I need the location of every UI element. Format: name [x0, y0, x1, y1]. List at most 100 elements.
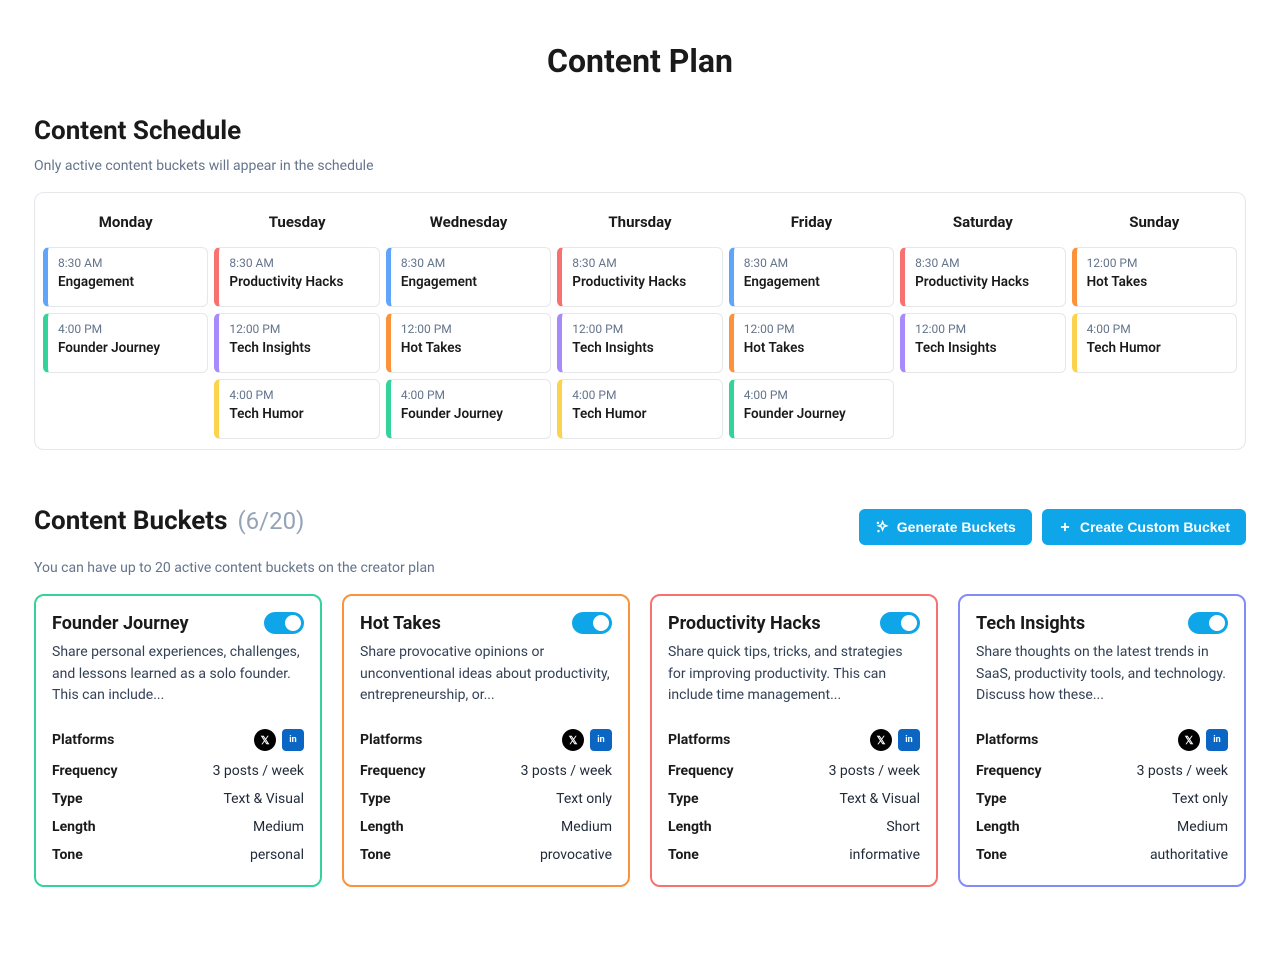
schedule-heading: Content Schedule: [34, 116, 1246, 146]
slot-label: Productivity Hacks: [572, 274, 711, 290]
create-bucket-button[interactable]: Create Custom Bucket: [1042, 509, 1246, 545]
slot-time: 4:00 PM: [58, 322, 197, 336]
bucket-meta-row: Frequency 3 posts / week: [976, 757, 1228, 785]
schedule-slot[interactable]: 12:00 PM Tech Insights: [214, 313, 379, 373]
meta-key: Platforms: [52, 732, 114, 748]
x-icon: 𝕏: [562, 729, 584, 751]
day-header: Thursday: [557, 207, 722, 237]
bucket-description: Share thoughts on the latest trends in S…: [976, 642, 1228, 707]
bucket-meta-row: TypeText only: [360, 785, 612, 813]
buckets-helper: You can have up to 20 active content buc…: [34, 560, 1246, 576]
meta-value: 3 posts / week: [213, 763, 304, 779]
bucket-meta-row: Platforms 𝕏in: [52, 723, 304, 757]
slot-label: Hot Takes: [401, 340, 540, 356]
bucket-toggle[interactable]: [572, 612, 612, 634]
sparkle-icon: [875, 520, 889, 534]
slot-time: 12:00 PM: [229, 322, 368, 336]
bucket-meta-row: LengthMedium: [52, 813, 304, 841]
slot-time: 12:00 PM: [915, 322, 1054, 336]
platform-icons: 𝕏in: [870, 729, 920, 751]
bucket-meta-row: Toneauthoritative: [976, 841, 1228, 869]
slot-label: Tech Humor: [229, 406, 368, 422]
page-title: Content Plan: [34, 42, 1246, 80]
schedule-slot[interactable]: 8:30 AMEngagement: [729, 247, 894, 307]
schedule-slot[interactable]: 4:00 PMTech Humor: [214, 379, 379, 439]
buckets-heading-text: Content Buckets: [34, 506, 227, 536]
day-column: 8:30 AMProductivity Hacks 12:00 PM Tech In…: [214, 247, 379, 439]
x-icon: 𝕏: [870, 729, 892, 751]
slot-label: Tech Insights: [915, 340, 1054, 356]
bucket-meta-row: Frequency3 posts / week: [668, 757, 920, 785]
schedule-day-headers: MondayTuesdayWednesdayThursdayFridaySatu…: [41, 201, 1239, 241]
bucket-card[interactable]: Tech InsightsShare thoughts on the lates…: [958, 594, 1246, 887]
meta-key: Frequency: [52, 763, 118, 779]
schedule-slot[interactable]: 12:00 PMTech Insights: [557, 313, 722, 373]
bucket-meta-row: Frequency3 posts / week: [360, 757, 612, 785]
schedule-slot[interactable]: 12:00 PM Hot Takes: [386, 313, 551, 373]
bucket-toggle[interactable]: [1188, 612, 1228, 634]
day-header: Friday: [729, 207, 894, 237]
slot-time: 12:00 PM: [744, 322, 883, 336]
schedule-slot[interactable]: 12:00 PM Tech Insights: [900, 313, 1065, 373]
plus-icon: [1058, 520, 1072, 534]
bucket-title: Hot Takes: [360, 613, 441, 634]
meta-key: Type: [360, 791, 391, 807]
bucket-description: Share personal experiences, challenges, …: [52, 642, 304, 707]
schedule-slot[interactable]: 4:00 PMTech Humor: [1072, 313, 1237, 373]
meta-value: provocative: [540, 847, 612, 863]
slot-label: Productivity Hacks: [915, 274, 1054, 290]
platform-icons: 𝕏in: [254, 729, 304, 751]
day-header: Wednesday: [386, 207, 551, 237]
meta-key: Frequency: [668, 763, 734, 779]
meta-key: Frequency: [976, 763, 1042, 779]
schedule-slot[interactable]: 8:30 AMProductivity Hacks: [214, 247, 379, 307]
slot-time: 8:30 AM: [229, 256, 368, 270]
schedule-slot[interactable]: 8:30 AM Engagement: [386, 247, 551, 307]
bucket-card[interactable]: Hot TakesShare provocative opinions or u…: [342, 594, 630, 887]
meta-value: 3 posts / week: [1137, 763, 1228, 779]
day-column: 8:30 AM Productivity Hacks 12:00 PMTech In…: [557, 247, 722, 439]
bucket-top: Founder Journey: [52, 612, 304, 634]
bucket-card[interactable]: Productivity HacksShare quick tips, tric…: [650, 594, 938, 887]
meta-value: authoritative: [1150, 847, 1228, 863]
slot-time: 4:00 PM: [744, 388, 883, 402]
bucket-meta-row: LengthMedium: [360, 813, 612, 841]
bucket-description: Share quick tips, tricks, and strategies…: [668, 642, 920, 707]
slot-label: Engagement: [401, 274, 540, 290]
schedule-slot[interactable]: 8:30 AMEngagement: [43, 247, 208, 307]
day-header: Sunday: [1072, 207, 1237, 237]
day-header: Saturday: [900, 207, 1065, 237]
meta-value: Medium: [253, 819, 304, 835]
slot-time: 12:00 PM: [401, 322, 540, 336]
bucket-toggle[interactable]: [880, 612, 920, 634]
schedule-slot[interactable]: 4:00 PMFounder Journey: [729, 379, 894, 439]
schedule-slot[interactable]: 12:00 PMHot Takes: [1072, 247, 1237, 307]
bucket-title: Founder Journey: [52, 613, 189, 634]
schedule-slot[interactable]: 8:30 AMProductivity Hacks: [900, 247, 1065, 307]
meta-key: Frequency: [360, 763, 426, 779]
meta-value: Medium: [1177, 819, 1228, 835]
bucket-card[interactable]: Founder Journey Share personal experience…: [34, 594, 322, 887]
day-column: 12:00 PMHot Takes4:00 PMTech Humor: [1072, 247, 1237, 439]
slot-label: Tech Insights: [229, 340, 368, 356]
buckets-count: (6/20): [237, 507, 304, 535]
bucket-meta-row: Platforms 𝕏in: [668, 723, 920, 757]
schedule-helper: Only active content buckets will appear …: [34, 158, 1246, 174]
schedule-slot[interactable]: 4:00 PMFounder Journey: [43, 313, 208, 373]
schedule-slot[interactable]: 12:00 PM Hot Takes: [729, 313, 894, 373]
generate-buckets-button[interactable]: Generate Buckets: [859, 509, 1032, 545]
bucket-meta-row: LengthMedium: [976, 813, 1228, 841]
bucket-toggle[interactable]: [264, 612, 304, 634]
slot-time: 8:30 AM: [572, 256, 711, 270]
schedule-slot[interactable]: 4:00 PMFounder Journey: [386, 379, 551, 439]
meta-value: Text & Visual: [223, 791, 304, 807]
slot-label: Hot Takes: [744, 340, 883, 356]
bucket-meta-row: Tonepersonal: [52, 841, 304, 869]
meta-value: Short: [886, 819, 920, 835]
slot-time: 8:30 AM: [401, 256, 540, 270]
schedule-slot[interactable]: 4:00 PMTech Humor: [557, 379, 722, 439]
meta-key: Platforms: [668, 732, 730, 748]
meta-key: Platforms: [976, 732, 1038, 748]
linkedin-icon: in: [282, 729, 304, 751]
schedule-slot[interactable]: 8:30 AM Productivity Hacks: [557, 247, 722, 307]
